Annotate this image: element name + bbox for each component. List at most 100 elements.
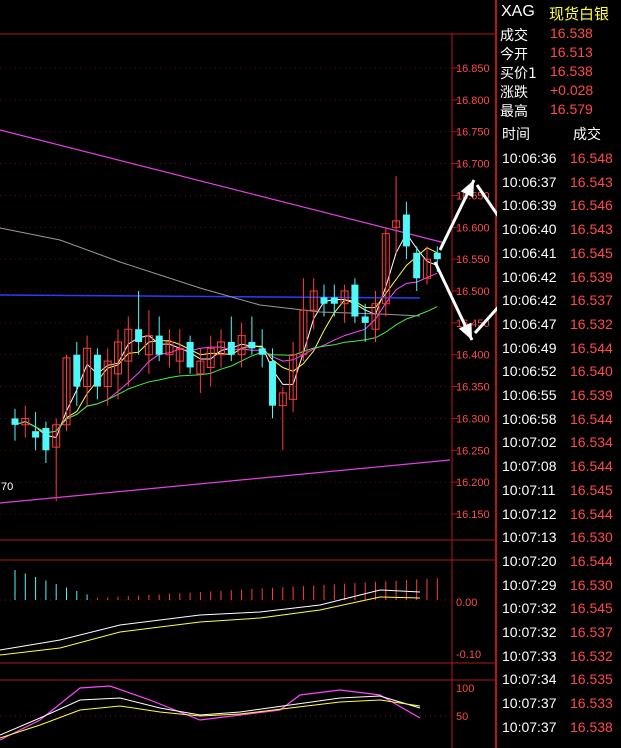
trade-price: 16.544 bbox=[570, 458, 613, 475]
trade-time: 10:06:42 bbox=[502, 292, 557, 309]
trade-time: 10:06:47 bbox=[502, 315, 557, 332]
trade-time: 10:06:36 bbox=[502, 150, 557, 166]
trade-price: 16.546 bbox=[570, 197, 613, 214]
macd-axis-label: 0.00 bbox=[456, 597, 477, 609]
chart-y-axis: 16.85016.80016.75016.70016.65016.60016.5… bbox=[456, 63, 490, 521]
trade-row[interactable]: 10:06:52 16.540 bbox=[497, 361, 621, 384]
trade-row[interactable]: 10:06:58 16.544 bbox=[497, 409, 621, 432]
trade-row[interactable]: 10:06:41 16.545 bbox=[497, 243, 621, 266]
trade-time: 10:06:37 bbox=[502, 173, 557, 190]
trade-row[interactable]: 10:06:49 16.544 bbox=[497, 338, 621, 361]
column-header-price: 成交 bbox=[573, 127, 601, 143]
trade-row[interactable]: 10:06:37 16.543 bbox=[497, 172, 621, 195]
trade-row[interactable]: 10:06:40 16.543 bbox=[497, 219, 621, 242]
quote-row: 今开 16.513 bbox=[497, 44, 621, 63]
candle-body bbox=[330, 297, 338, 304]
trade-price: 16.537 bbox=[570, 624, 613, 640]
quote-value: 16.513 bbox=[550, 44, 593, 60]
trade-time: 10:07:32 bbox=[502, 624, 557, 640]
trade-price: 16.534 bbox=[570, 434, 613, 451]
trade-row[interactable]: 10:07:12 16.544 bbox=[497, 504, 621, 527]
candle-body bbox=[11, 418, 19, 425]
quote-value: 16.579 bbox=[550, 101, 593, 117]
macd-axis-label: -0.10 bbox=[456, 649, 481, 661]
candlestick-chart: 16.85016.80016.75016.70016.65016.60016.5… bbox=[0, 0, 497, 748]
quote-label: 买价1 bbox=[500, 66, 537, 82]
quote-label: 最高 bbox=[500, 104, 528, 120]
trade-row[interactable]: 10:06:55 16.539 bbox=[497, 385, 621, 408]
trade-price: 16.545 bbox=[570, 244, 613, 261]
y-tick-label: 16.750 bbox=[456, 127, 490, 139]
y-tick-label: 16.500 bbox=[456, 286, 490, 298]
y-tick-label: 16.700 bbox=[456, 159, 490, 171]
candle-body bbox=[32, 431, 40, 438]
trade-price: 16.543 bbox=[570, 221, 613, 238]
y-tick-label: 16.300 bbox=[456, 413, 490, 425]
trade-row[interactable]: 10:07:37 16.538 bbox=[497, 717, 621, 740]
trade-time: 10:07:34 bbox=[502, 671, 557, 688]
ticker-name: 现货白银 bbox=[549, 5, 610, 23]
trade-row[interactable]: 10:07:29 16.530 bbox=[497, 575, 621, 598]
candle-body bbox=[135, 329, 143, 342]
trade-row[interactable]: 10:07:37 16.533 bbox=[497, 693, 621, 716]
trade-time: 10:07:02 bbox=[502, 434, 557, 451]
trade-row[interactable]: 10:06:47 16.532 bbox=[497, 314, 621, 337]
trade-time: 10:07:29 bbox=[502, 576, 557, 593]
trade-row[interactable]: 10:06:42 16.537 bbox=[497, 290, 621, 313]
trade-row[interactable]: 10:06:36 16.548 bbox=[497, 148, 621, 171]
trade-price: 16.545 bbox=[570, 481, 613, 498]
trade-price: 16.535 bbox=[570, 671, 613, 688]
ticker-symbol: XAG bbox=[501, 3, 535, 20]
trade-row[interactable]: 10:06:39 16.546 bbox=[497, 195, 621, 218]
trade-time: 10:07:11 bbox=[502, 481, 556, 498]
trade-row[interactable]: 10:07:11 16.545 bbox=[497, 480, 621, 503]
trade-row[interactable]: 10:07:34 16.535 bbox=[497, 669, 621, 692]
trade-time: 10:06:55 bbox=[502, 387, 557, 403]
trade-time: 10:07:32 bbox=[502, 600, 557, 617]
column-header-time: 时间 bbox=[502, 127, 530, 143]
trade-price: 16.539 bbox=[570, 387, 613, 403]
trade-price: 16.533 bbox=[570, 695, 613, 712]
trendline-lower bbox=[0, 459, 451, 504]
candle-body bbox=[73, 354, 81, 387]
trade-row[interactable]: 10:07:32 16.537 bbox=[497, 622, 621, 645]
y-tick-label: 16.250 bbox=[456, 445, 490, 457]
trade-time: 10:06:42 bbox=[502, 268, 557, 285]
trade-price: 16.544 bbox=[570, 552, 613, 569]
trade-time: 10:06:40 bbox=[502, 221, 557, 238]
y-tick-label: 16.350 bbox=[456, 382, 490, 394]
y-tick-label: 16.400 bbox=[456, 350, 490, 362]
candle-body bbox=[258, 348, 266, 355]
candle-body bbox=[269, 361, 276, 406]
trade-row[interactable]: 10:06:42 16.539 bbox=[497, 267, 621, 290]
y-tick-label: 16.800 bbox=[456, 95, 490, 107]
trade-row[interactable]: 10:07:33 16.532 bbox=[497, 646, 621, 669]
trade-price: 16.544 bbox=[570, 410, 613, 427]
chart-indicator-lines bbox=[0, 129, 451, 504]
y-tick-label: 16.150 bbox=[456, 509, 490, 521]
kdj-axis-label: 100 bbox=[456, 683, 474, 695]
quote-value: 16.538 bbox=[550, 63, 593, 79]
candle-body bbox=[402, 214, 410, 247]
trade-row[interactable]: 10:07:02 16.534 bbox=[497, 432, 621, 455]
quote-value: 16.538 bbox=[550, 25, 593, 41]
trade-price: 16.545 bbox=[570, 600, 613, 617]
quote-row: 成交 16.538 bbox=[497, 25, 621, 44]
ma-line-short bbox=[14, 232, 438, 439]
y-tick-label: 16.200 bbox=[456, 477, 490, 489]
trade-row[interactable]: 10:07:13 16.530 bbox=[497, 527, 621, 550]
trade-price: 16.530 bbox=[570, 576, 613, 593]
trade-time: 10:07:33 bbox=[502, 647, 557, 664]
trade-row[interactable]: 10:07:32 16.545 bbox=[497, 598, 621, 621]
trade-time: 10:06:52 bbox=[502, 363, 557, 380]
trade-price: 16.532 bbox=[570, 647, 613, 664]
trade-row[interactable]: 10:07:08 16.544 bbox=[497, 456, 621, 479]
candle-body bbox=[320, 297, 328, 304]
quote-label: 涨跌 bbox=[500, 85, 528, 101]
trade-time: 10:07:37 bbox=[502, 695, 557, 712]
y-tick-label: 16.600 bbox=[456, 222, 490, 234]
candle-body bbox=[248, 341, 256, 349]
trade-time: 10:07:12 bbox=[502, 505, 557, 522]
trade-row[interactable]: 10:07:20 16.544 bbox=[497, 551, 621, 574]
y-tick-label: 16.850 bbox=[456, 63, 490, 75]
